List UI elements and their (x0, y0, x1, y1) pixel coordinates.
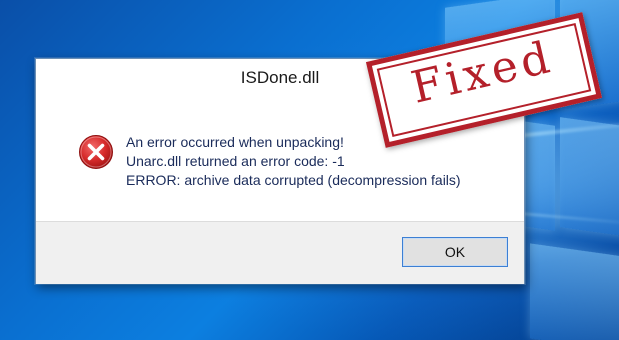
ok-button[interactable]: OK (402, 237, 508, 267)
dialog-footer: OK (36, 221, 524, 284)
error-icon (79, 135, 113, 169)
error-message-line: ERROR: archive data corrupted (decompres… (126, 172, 461, 188)
windows-logo-pane (530, 243, 619, 340)
error-message-line: Unarc.dll returned an error code: -1 (126, 153, 345, 169)
